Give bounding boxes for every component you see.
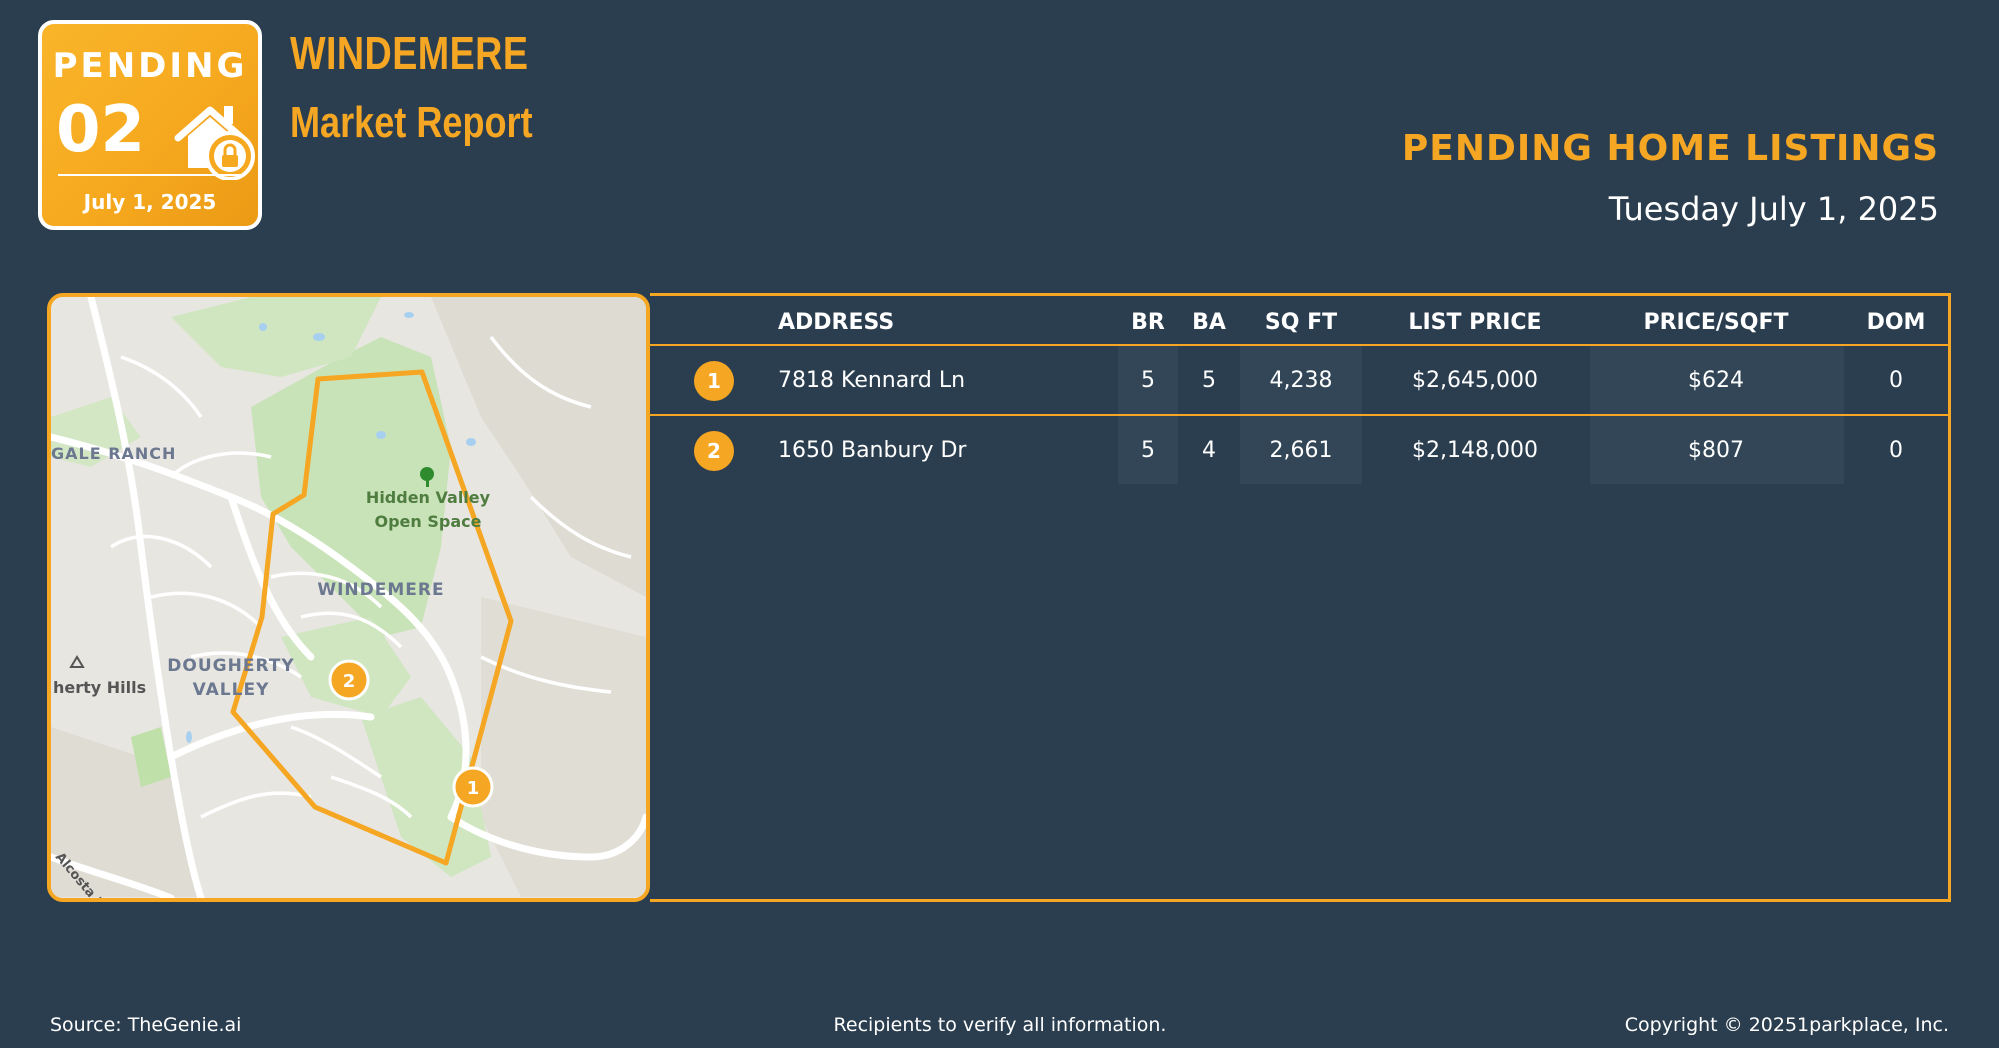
col-address: ADDRESS [778,310,895,335]
footer-disclaimer: Recipients to verify all information. [833,1014,1167,1036]
col-ba: BA [1192,310,1226,335]
row-sqft: 2,661 [1269,438,1333,463]
map-label-dougherty-hills: herty Hills [53,678,146,697]
row-br: 5 [1141,438,1155,463]
report-subtitle: Market Report [290,98,533,147]
section-date: Tuesday July 1, 2025 [1608,190,1939,228]
map-label-hidden-valley: Hidden Valley [366,488,491,507]
row-price-sqft: $807 [1688,438,1744,463]
table-row[interactable]: 1 7818 Kennard Ln 5 5 4,238 $2,645,000 $… [650,346,1948,416]
svg-text:1: 1 [467,778,480,799]
table-row[interactable]: 2 1650 Banbury Dr 5 4 2,661 $2,148,000 $… [650,416,1948,484]
area-title: WINDEMERE [290,27,529,79]
area-map[interactable]: GALE RANCH Hidden Valley Open Space WIND… [47,293,650,902]
row-number-badge: 2 [694,431,734,471]
row-dom: 0 [1889,438,1903,463]
footer-source: Source: TheGenie.ai [50,1014,242,1036]
footer-copyright: Copyright © 20251parkplace, Inc. [1624,1014,1949,1036]
col-price-sqft: PRICE/SQFT [1643,310,1789,335]
row-list-price: $2,645,000 [1412,368,1538,393]
row-number-badge: 1 [694,361,734,401]
row-list-price: $2,148,000 [1412,438,1538,463]
col-dom: DOM [1866,310,1926,335]
badge-date: July 1, 2025 [83,190,217,214]
pending-badge: PENDING 02 July 1, 2025 [38,20,262,230]
col-sqft: SQ FT [1264,310,1338,335]
map-marker-1[interactable]: 1 [452,766,494,808]
map-label-valley: VALLEY [193,680,270,700]
house-lock-icon [174,106,255,180]
map-canvas: GALE RANCH Hidden Valley Open Space WIND… [51,297,646,898]
badge-number: 02 [56,93,146,167]
map-label-windemere: WINDEMERE [317,580,444,600]
row-ba: 4 [1202,438,1216,463]
map-label-gale-ranch: GALE RANCH [51,444,176,463]
listings-table: ADDRESS BR BA SQ FT LIST PRICE PRICE/SQF… [650,293,1951,902]
row-dom: 0 [1889,368,1903,393]
table-header: ADDRESS BR BA SQ FT LIST PRICE PRICE/SQF… [650,296,1948,346]
badge-divider [58,174,242,176]
row-ba: 5 [1202,368,1216,393]
row-sqft: 4,238 [1269,368,1333,393]
map-marker-2[interactable]: 2 [328,659,370,701]
badge-title: PENDING [52,46,248,86]
row-address: 1650 Banbury Dr [778,438,967,463]
section-title: PENDING HOME LISTINGS [1401,128,1939,169]
map-label-open-space: Open Space [375,512,482,531]
svg-text:2: 2 [343,671,356,692]
map-label-dougherty: DOUGHERTY [167,656,294,676]
row-br: 5 [1141,368,1155,393]
col-list-price: LIST PRICE [1408,310,1542,335]
row-address: 7818 Kennard Ln [778,368,966,393]
col-br: BR [1131,310,1165,335]
row-price-sqft: $624 [1688,368,1744,393]
